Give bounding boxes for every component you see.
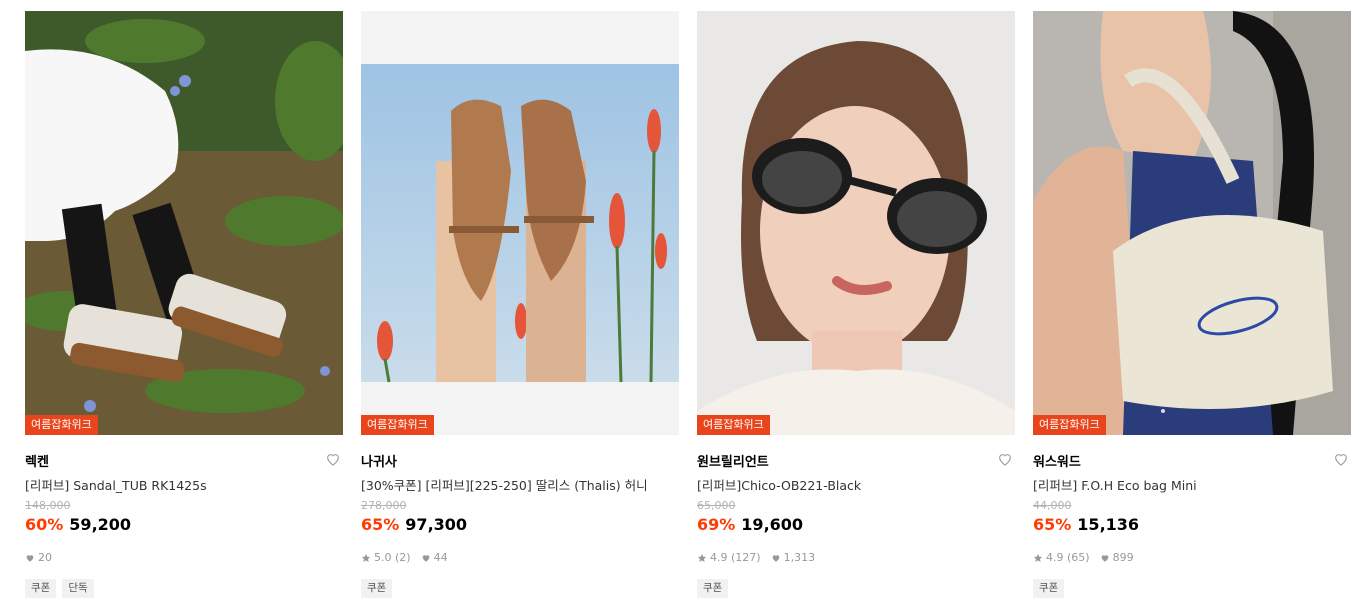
heart-outline-icon[interactable]: [997, 451, 1015, 469]
event-badge: 여름잡화위크: [361, 415, 434, 435]
product-card[interactable]: 여름잡화위크 나귀사 [30%쿠폰] [리퍼브][225-250] 딸리스 (T…: [361, 11, 679, 598]
likes-count: 44: [421, 551, 448, 565]
tag-coupon: 쿠폰: [361, 579, 393, 598]
tag-coupon: 쿠폰: [1033, 579, 1065, 598]
product-image[interactable]: 여름잡화위크: [697, 11, 1015, 435]
brand-name[interactable]: 워스워드: [1033, 455, 1081, 470]
brand-name[interactable]: 렉켄: [25, 455, 49, 470]
star-icon: [1033, 553, 1043, 562]
sale-price: 15,136: [1077, 515, 1140, 534]
likes-count: 899: [1100, 551, 1134, 565]
discount-rate: 60%: [25, 515, 64, 534]
heart-filled-icon: [772, 555, 779, 562]
event-badge: 여름잡화위크: [25, 415, 98, 435]
heart-outline-icon[interactable]: [325, 451, 343, 469]
heart-filled-icon: [26, 555, 34, 562]
product-grid: 여름잡화위크 렉켄 [리퍼브] Sandal_TUB RK1425s 148,0…: [0, 0, 1360, 610]
discount-rate: 69%: [697, 515, 736, 534]
heart-filled-icon: [422, 555, 429, 562]
product-card[interactable]: 여름잡화위크 렉켄 [리퍼브] Sandal_TUB RK1425s 148,0…: [25, 11, 343, 598]
product-name[interactable]: [리퍼브] Sandal_TUB RK1425s: [25, 478, 343, 494]
original-price: 44,000: [1033, 499, 1072, 512]
product-name[interactable]: [리퍼브]Chico-OB221-Black: [697, 478, 1015, 494]
heart-filled-icon: [1101, 555, 1108, 562]
sale-price: 59,200: [69, 515, 132, 534]
discount-rate: 65%: [361, 515, 400, 534]
original-price: 278,000: [361, 499, 407, 512]
likes-count: 20: [25, 551, 52, 565]
product-name[interactable]: [리퍼브] F.O.H Eco bag Mini: [1033, 478, 1351, 494]
rating: 4.9 (65): [1033, 551, 1090, 565]
star-icon: [697, 553, 707, 562]
product-name[interactable]: [30%쿠폰] [리퍼브][225-250] 딸리스 (Thalis) 허니: [361, 478, 679, 494]
rating: 4.9 (127): [697, 551, 761, 565]
sale-price: 19,600: [741, 515, 804, 534]
heart-outline-icon[interactable]: [1333, 451, 1351, 469]
original-price: 65,000: [697, 499, 736, 512]
tag-coupon: 쿠폰: [697, 579, 729, 598]
event-badge: 여름잡화위크: [1033, 415, 1106, 435]
brand-name[interactable]: 나귀사: [361, 455, 397, 470]
sale-price: 97,300: [405, 515, 468, 534]
star-icon: [361, 553, 371, 562]
product-card[interactable]: 여름잡화위크 원브릴리언트 [리퍼브]Chico-OB221-Black 65,…: [697, 11, 1015, 598]
tag-exclusive: 단독: [62, 579, 94, 598]
product-card[interactable]: 여름잡화위크 워스워드 [리퍼브] F.O.H Eco bag Mini 44,…: [1033, 11, 1351, 598]
event-badge: 여름잡화위크: [697, 415, 770, 435]
product-image[interactable]: 여름잡화위크: [361, 11, 679, 435]
brand-name[interactable]: 원브릴리언트: [697, 455, 769, 470]
likes-count: 1,313: [771, 551, 815, 565]
discount-rate: 65%: [1033, 515, 1072, 534]
product-image[interactable]: 여름잡화위크: [25, 11, 343, 435]
product-image[interactable]: 여름잡화위크: [1033, 11, 1351, 435]
rating: 5.0 (2): [361, 551, 411, 565]
original-price: 148,000: [25, 499, 71, 512]
tag-coupon: 쿠폰: [25, 579, 57, 598]
